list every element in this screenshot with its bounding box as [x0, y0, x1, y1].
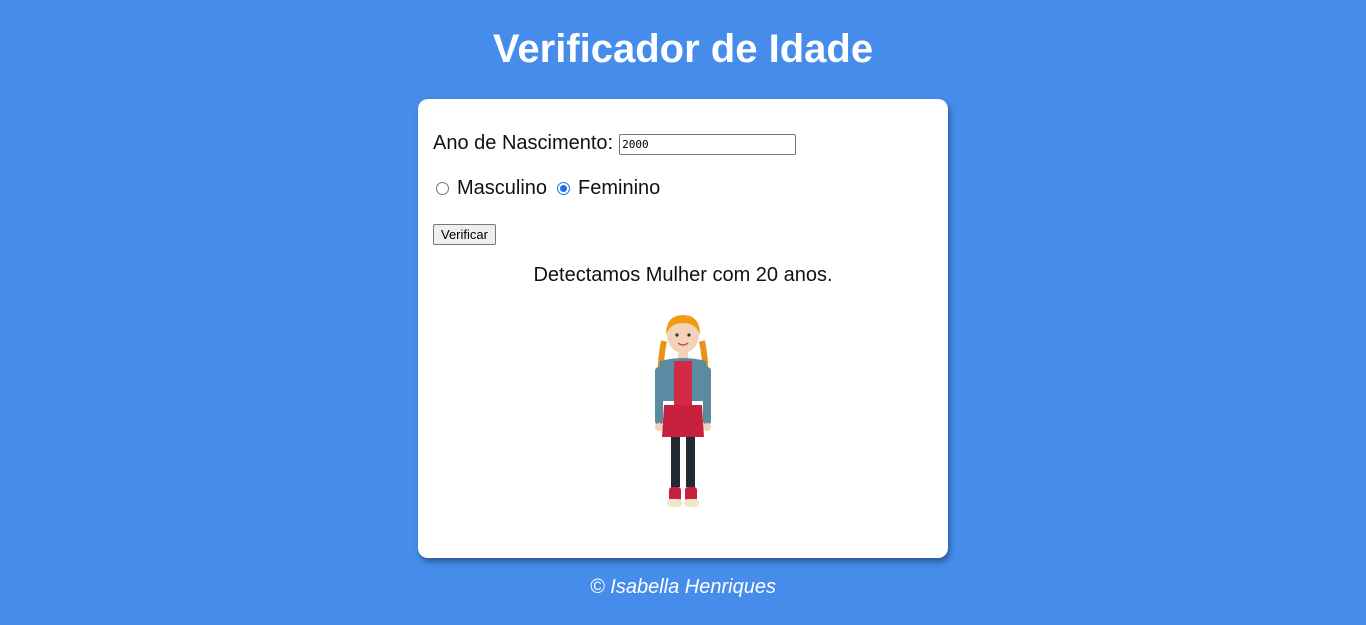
sex-options: Masculino Feminino: [436, 177, 670, 200]
footer-credit: © Isabella Henriques: [590, 576, 776, 598]
year-label: Ano de Nascimento:: [433, 132, 614, 154]
radio-feminino[interactable]: [557, 182, 571, 195]
verifier-card: Ano de Nascimento: Masculino Feminino Ve…: [418, 99, 948, 558]
page-title: Verificador de Idade: [492, 27, 874, 71]
verify-button[interactable]: Verificar: [433, 224, 496, 245]
radio-masculino-label[interactable]: Masculino: [457, 177, 547, 200]
radio-feminino-label[interactable]: Feminino: [578, 177, 660, 200]
girl-illustration: [655, 315, 711, 507]
year-row: Ano de Nascimento:: [433, 132, 797, 155]
result-text: Detectamos Mulher com 20 anos.: [533, 264, 833, 286]
radio-masculino[interactable]: [436, 182, 449, 195]
year-input[interactable]: [619, 134, 797, 155]
